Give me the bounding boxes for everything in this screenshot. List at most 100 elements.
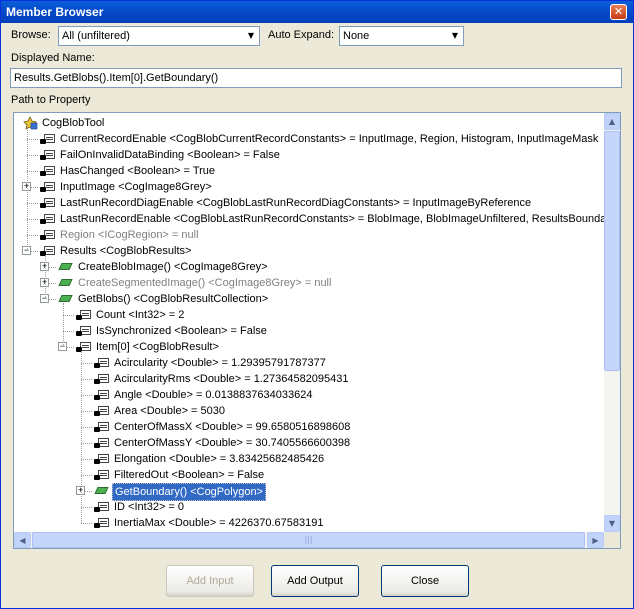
browse-value: All (unfiltered) <box>62 30 130 42</box>
tree-row[interactable]: FilteredOut <Boolean> = False <box>14 467 604 483</box>
method-icon <box>58 294 73 303</box>
tree-row-label: GetBlobs() <CogBlobResultCollection> <box>78 293 269 305</box>
tree-row[interactable]: + CreateBlobImage() <CogImage8Grey> <box>14 259 604 275</box>
tool-icon <box>22 116 38 130</box>
tree-row[interactable]: IsSynchronized <Boolean> = False <box>14 323 604 339</box>
tree-row-label: Item[0] <CogBlobResult> <box>96 341 219 353</box>
close-button[interactable]: Close <box>381 565 469 597</box>
property-icon <box>94 452 110 466</box>
tree-row-label: ID <Int32> = 0 <box>114 501 185 513</box>
tree-row[interactable]: − Results <CogBlobResults> <box>14 243 604 259</box>
tree-row-label: Angle <Double> = 0.0138837634033624 <box>114 389 313 401</box>
method-icon <box>58 262 73 271</box>
property-icon <box>76 324 92 338</box>
tree-row[interactable]: CurrentRecordEnable <CogBlobCurrentRecor… <box>14 131 604 147</box>
horizontal-scroll-thumb[interactable]: ||| <box>32 532 585 548</box>
tree-row-label: IsSynchronized <Boolean> = False <box>96 325 267 337</box>
property-icon <box>40 164 56 178</box>
horizontal-scrollbar[interactable]: ◀ ||| ▶ <box>14 532 604 548</box>
tree-row[interactable]: ID <Int32> = 0 <box>14 499 604 515</box>
tree-connector <box>27 235 38 236</box>
tree-connector <box>81 411 92 412</box>
tree-row-label: AcircularityRms <Double> = 1.27364582095… <box>114 373 349 385</box>
tree-connector <box>27 171 38 172</box>
tree-row[interactable]: CenterOfMassX <Double> = 99.658051689860… <box>14 419 604 435</box>
tree-row-label: CreateBlobImage() <CogImage8Grey> <box>78 261 268 273</box>
tree-row-label: CreateSegmentedImage() <CogImage8Grey> =… <box>78 277 332 289</box>
member-browser-window: Member Browser ✕ Browse: All (unfiltered… <box>0 0 634 609</box>
tree-row-label: Elongation <Double> = 3.83425682485426 <box>114 453 325 465</box>
property-icon <box>76 340 92 354</box>
tree-connector <box>81 395 92 396</box>
tree-row[interactable]: Area <Double> = 5030 <box>14 403 604 419</box>
add-input-button[interactable]: Add Input <box>166 565 254 597</box>
browse-select[interactable]: All (unfiltered) ▼ <box>58 26 260 46</box>
tree-row-label: LastRunRecordEnable <CogBlobLastRunRecor… <box>60 213 611 225</box>
property-icon <box>94 436 110 450</box>
tree-row[interactable]: FailOnInvalidDataBinding <Boolean> = Fal… <box>14 147 604 163</box>
tree-connector <box>81 363 92 364</box>
scroll-right-button[interactable]: ▶ <box>587 532 604 548</box>
tree-row[interactable]: Angle <Double> = 0.0138837634033624 <box>14 387 604 403</box>
tree-connector <box>27 219 38 220</box>
tree-row-label: Acircularity <Double> = 1.29395791787377 <box>114 357 326 369</box>
scrollbar-corner <box>604 532 620 548</box>
tree-row-label: Results <CogBlobResults> <box>60 245 192 257</box>
scroll-left-button[interactable]: ◀ <box>14 532 31 548</box>
tree-row-label: CogBlobTool <box>42 117 105 129</box>
property-tree[interactable]: −CogBlobTool CurrentRecordEnable <CogBlob… <box>13 112 621 549</box>
tree-row-label: CenterOfMassX <Double> = 99.658051689860… <box>114 421 351 433</box>
title-bar[interactable]: Member Browser ✕ <box>1 1 633 23</box>
tree-row[interactable]: Elongation <Double> = 3.83425682485426 <box>14 451 604 467</box>
displayed-name-field[interactable]: Results.GetBlobs().Item[0].GetBoundary() <box>10 68 622 88</box>
property-icon <box>94 468 110 482</box>
tree-row[interactable]: LastRunRecordEnable <CogBlobLastRunRecor… <box>14 211 610 227</box>
tree-row[interactable]: − Item[0] <CogBlobResult> <box>14 339 604 355</box>
tree-row-label: Count <Int32> = 2 <box>96 309 185 321</box>
tree-row[interactable]: AcircularityRms <Double> = 1.27364582095… <box>14 371 604 387</box>
tree-row[interactable]: Acircularity <Double> = 1.29395791787377 <box>14 355 604 371</box>
close-window-button[interactable]: ✕ <box>610 4 627 20</box>
tree-connector <box>81 523 92 524</box>
tree-guide-line <box>45 255 46 299</box>
property-icon <box>40 148 56 162</box>
tree-connector <box>81 427 92 428</box>
tree-row-label: HasChanged <Boolean> = True <box>60 165 216 177</box>
vertical-scroll-thumb[interactable] <box>604 131 620 371</box>
tree-row[interactable]: CenterOfMassY <Double> = 30.740556660039… <box>14 435 604 451</box>
tree-row-label: Region <ICogRegion> = null <box>60 229 199 241</box>
tree-guide-line <box>63 303 64 347</box>
tree-row[interactable]: LastRunRecordDiagEnable <CogBlobLastRunR… <box>14 195 604 211</box>
tree-row[interactable]: − GetBlobs() <CogBlobResultCollection> <box>14 291 604 307</box>
property-icon <box>40 196 56 210</box>
tree-row[interactable]: InertiaMax <Double> = 4226370.67583191 <box>14 515 604 531</box>
scroll-up-button[interactable]: ▲ <box>604 113 620 130</box>
tree-connector <box>63 315 74 316</box>
tree-row-label: CurrentRecordEnable <CogBlobCurrentRecor… <box>60 133 599 145</box>
tree-row[interactable]: Count <Int32> = 2 <box>14 307 604 323</box>
property-icon <box>94 372 110 386</box>
property-icon <box>40 212 56 226</box>
tree-row-label: InertiaMax <Double> = 4226370.67583191 <box>114 517 324 529</box>
auto-expand-select[interactable]: None ▼ <box>339 26 464 46</box>
tree-row[interactable]: + InputImage <CogImage8Grey> <box>14 179 604 195</box>
tree-row-label: CenterOfMassY <Double> = 30.740556660039… <box>114 437 351 449</box>
tree-row-label: FilteredOut <Boolean> = False <box>114 469 265 481</box>
tree-guide-line <box>81 351 82 523</box>
vertical-scrollbar[interactable]: ▲ ▼ <box>604 113 620 532</box>
tree-row[interactable]: −CogBlobTool <box>14 115 604 131</box>
tree-row-label: Area <Double> = 5030 <box>114 405 226 417</box>
tree-row[interactable]: Region <ICogRegion> = null <box>14 227 604 243</box>
tree-connector <box>63 331 74 332</box>
tree-row[interactable]: + GetBoundary() <CogPolygon> <box>14 483 604 501</box>
scroll-down-button[interactable]: ▼ <box>604 515 620 532</box>
auto-expand-value: None <box>343 30 370 42</box>
property-icon <box>76 308 92 322</box>
chevron-down-icon: ▼ <box>247 31 255 40</box>
tree-row[interactable]: + CreateSegmentedImage() <CogImage8Grey> … <box>14 275 604 291</box>
property-icon <box>94 388 110 402</box>
tree-row[interactable]: HasChanged <Boolean> = True <box>14 163 604 179</box>
tree-row-label: InputImage <CogImage8Grey> <box>60 181 212 193</box>
add-output-button[interactable]: Add Output <box>271 565 359 597</box>
property-icon <box>94 356 110 370</box>
